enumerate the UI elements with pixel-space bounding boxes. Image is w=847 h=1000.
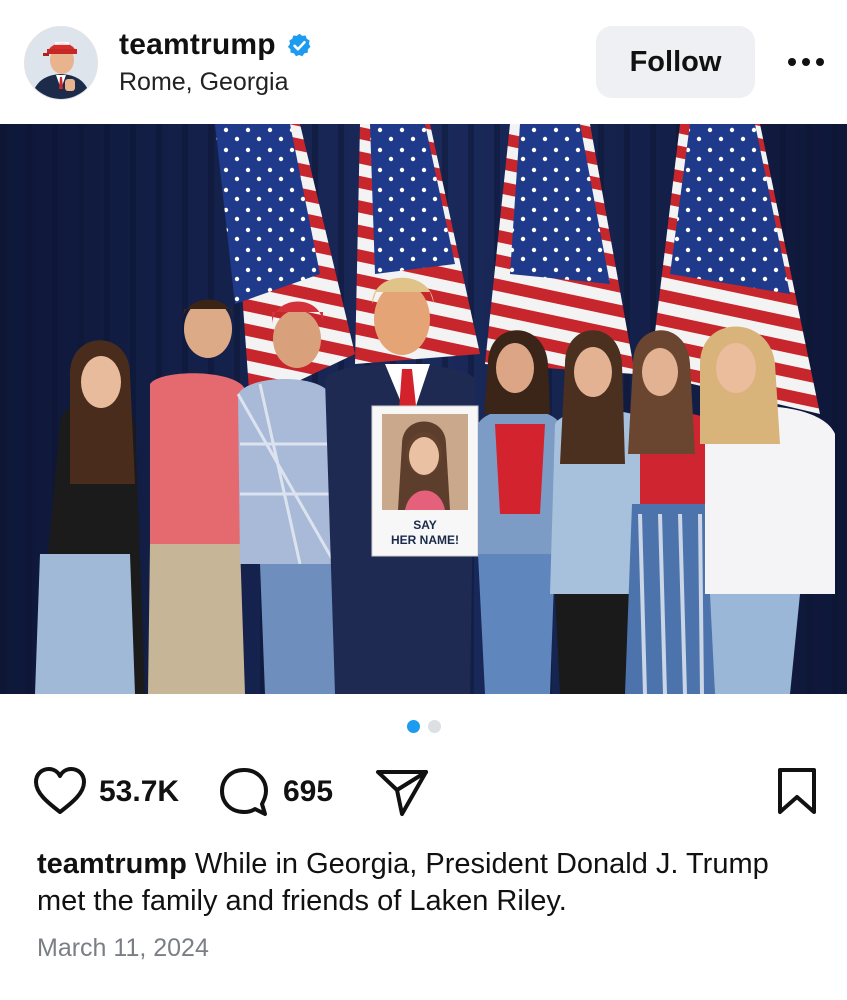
comment-icon[interactable] — [218, 766, 270, 818]
comment-count[interactable]: 695 — [283, 775, 333, 809]
sign-text-2: HER NAME! — [391, 533, 459, 547]
caption-username[interactable]: teamtrump — [37, 848, 187, 880]
username[interactable]: teamtrump — [119, 28, 276, 62]
share-icon[interactable] — [374, 766, 430, 818]
post-photo[interactable]: SAY HER NAME! — [0, 124, 847, 694]
more-options-icon[interactable] — [786, 51, 826, 73]
post-header: teamtrump Rome, Georgia Follow — [0, 0, 847, 124]
carousel-dot-active[interactable] — [406, 720, 420, 733]
avatar-image — [25, 27, 97, 99]
like-count[interactable]: 53.7K — [99, 775, 179, 809]
post-date: March 11, 2024 — [37, 934, 209, 962]
post-location[interactable]: Rome, Georgia — [119, 68, 313, 97]
sign-text-1: SAY — [413, 518, 437, 532]
post-caption: teamtrump While in Georgia, President Do… — [37, 846, 817, 920]
user-block: teamtrump Rome, Georgia — [119, 26, 313, 97]
photo-illustration: SAY HER NAME! — [0, 124, 847, 694]
bookmark-icon[interactable] — [776, 766, 818, 816]
heart-icon[interactable] — [33, 766, 87, 816]
carousel-indicator — [0, 720, 847, 736]
username-row: teamtrump — [119, 26, 313, 64]
follow-button[interactable]: Follow — [596, 26, 755, 98]
action-bar: 53.7K 695 — [0, 762, 847, 822]
profile-avatar[interactable] — [24, 26, 98, 100]
verified-badge-icon — [287, 33, 311, 56]
carousel-dot[interactable] — [427, 720, 441, 733]
